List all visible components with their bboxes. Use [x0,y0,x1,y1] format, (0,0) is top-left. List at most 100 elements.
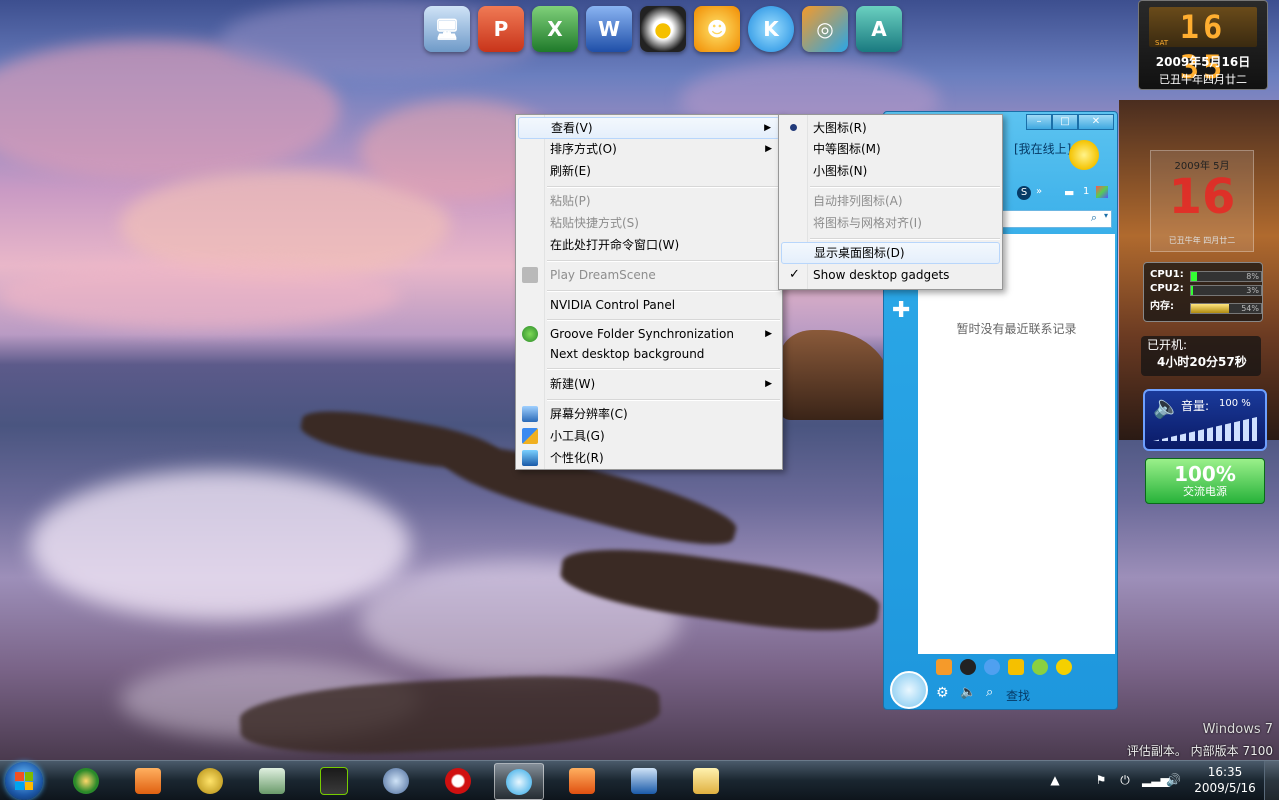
cpu-meter-gadget[interactable]: CPU1: 8% CPU2: 3% 内存: 54% [1143,262,1263,322]
volume-bars[interactable] [1153,417,1257,441]
skype-icon[interactable]: S [1017,186,1031,200]
memory-percent: 54% [1241,304,1259,313]
menu-item-refresh[interactable]: 刷新(E) [518,160,780,182]
message-icon[interactable]: ▬ [1064,186,1074,199]
menu-item-open-command-window[interactable]: 在此处打开命令窗口(W) [518,234,780,256]
menu-item-groove-sync[interactable]: Groove Folder Synchronization ▶ [518,323,780,345]
windows-version-watermark: Windows 7 [1202,722,1273,737]
qq-penguin-small-icon[interactable] [960,659,976,675]
menu-item-medium-icons[interactable]: 中等图标(M) [781,138,1000,160]
clock-gadget[interactable]: 16 35 SAT 2009年5月16日 已丑牛年四月廿二 [1138,0,1268,90]
taskbar-network[interactable] [372,763,420,798]
power-gadget[interactable]: 100% 交流电源 [1145,458,1265,504]
chevron-down-icon[interactable]: ▾ [1104,211,1108,220]
find-button[interactable]: 查找 [1006,687,1030,704]
start-button[interactable] [5,762,43,800]
add-plus-icon[interactable]: ✚ [892,298,910,323]
uptime-label: 已开机: [1147,338,1188,352]
qq-bottom-bar: ⚙ 🔈 ⌕ 查找 [886,655,1115,709]
taskbar-qq-active[interactable] [494,763,544,800]
search-icon[interactable]: ⌕ [1091,211,1097,225]
taskbar: ▲ ⚑ ⏻ ▂▃▅ 🔊 16:35 2009/5/16 [0,760,1279,800]
menu-item-show-desktop-gadgets[interactable]: ✓ Show desktop gadgets [781,264,1000,286]
contact-list-panel[interactable] [918,234,1115,654]
menu-item-small-icons[interactable]: 小图标(N) [781,160,1000,182]
minimize-button[interactable]: – [1026,114,1052,130]
qq-zone-icon[interactable] [984,659,1000,675]
submenu-arrow-icon: ▶ [765,329,772,339]
memory-bar: 54% [1190,303,1262,314]
menu-item-play-dreamscene[interactable]: Play DreamScene [518,264,780,286]
word-icon[interactable]: W [586,6,632,52]
download-icon [569,767,595,794]
taskbar-ie[interactable] [62,763,110,798]
volume-gadget[interactable]: 🔈 音量: 100 % [1143,389,1267,451]
radio-selected-icon [790,124,797,131]
taskbar-download[interactable] [558,763,606,798]
feedback-icon [631,767,657,794]
powerpoint-icon[interactable]: P [478,6,524,52]
menu-item-large-icons[interactable]: 大图标(R) [781,117,1000,139]
show-hidden-icons-icon[interactable]: ▲ [1048,773,1062,787]
menu-item-auto-arrange[interactable]: 自动排列图标(A) [781,190,1000,212]
media-player-icon [135,767,161,794]
calendar-gadget[interactable]: 2009年 5月 16 已丑牛年 四月廿二 [1150,150,1254,252]
excel-icon[interactable]: X [532,6,578,52]
power-source: 交流电源 [1183,485,1227,498]
flag-icon[interactable]: ⚑ [1094,773,1108,787]
phone-icon[interactable] [936,659,952,675]
gear-icon[interactable]: ⚙ [936,685,952,701]
phone-app-icon [259,767,285,794]
menu-item-screen-resolution[interactable]: 屏幕分辨率(C) [518,403,780,425]
clock-lunar-date: 已丑牛年四月廿二 [1159,73,1247,86]
sound-icon[interactable]: 🔈 [960,685,976,701]
more-arrow-icon[interactable]: » [1036,186,1042,197]
menu-item-view[interactable]: 查看(V) ▶ [518,117,780,139]
personalize-icon [522,450,538,466]
power-plug-icon[interactable]: ⏻ [1118,773,1132,787]
menu-item-sort-by[interactable]: 排序方式(O) ▶ [518,138,780,160]
taskbar-opera[interactable] [434,763,482,798]
taskbar-clock[interactable]: 16:35 2009/5/16 [1193,764,1257,796]
dreamscene-icon [522,267,538,283]
maximize-button[interactable]: □ [1052,114,1078,130]
qq-music-icon[interactable] [1032,659,1048,675]
qq-menu-avatar[interactable] [890,671,928,709]
qq-game-small-icon[interactable] [1056,659,1072,675]
search-input[interactable]: ⌕ ▾ [1001,210,1112,228]
qq-penguin-icon[interactable]: ● [640,6,686,52]
taskbar-phone-app[interactable] [248,763,296,798]
autocad-icon[interactable]: A [856,6,902,52]
menu-item-gadgets[interactable]: 小工具(G) [518,425,780,447]
taskbar-kugou[interactable] [186,763,234,798]
menu-item-nvidia-control-panel[interactable]: NVIDIA Control Panel [518,294,780,316]
signal-icon[interactable]: ▂▃▅ [1142,773,1170,787]
opera-icon [445,767,471,794]
computer-icon[interactable]: 🖥 [424,6,470,52]
menu-item-paste-shortcut[interactable]: 粘贴快捷方式(S) [518,212,780,234]
menu-item-personalize[interactable]: 个性化(R) [518,447,780,469]
cpu2-row: CPU2: 3% [1150,283,1262,296]
volume-icon[interactable]: 🔊 [1166,773,1181,787]
browser-swirl-icon[interactable]: ◎ [802,6,848,52]
windows-logo-icon [15,772,33,790]
app-box-icon[interactable] [1096,186,1108,198]
qq-game-icon[interactable]: ☻ [694,6,740,52]
taskbar-raysource[interactable] [310,763,358,798]
weather-sun-icon [1069,140,1099,170]
menu-item-show-desktop-icons[interactable]: 显示桌面图标(D) [781,242,1000,264]
taskbar-explorer[interactable] [682,763,730,798]
menu-item-paste[interactable]: 粘贴(P) [518,190,780,212]
menu-item-next-background[interactable]: Next desktop background [518,343,780,365]
find-icon[interactable]: ⌕ [986,685,1002,701]
show-desktop-button[interactable] [1264,761,1279,800]
menu-item-new[interactable]: 新建(W) ▶ [518,373,780,395]
qq-pet-icon[interactable] [1008,659,1024,675]
kugou-icon[interactable]: K [748,6,794,52]
uptime-gadget[interactable]: 已开机: 4小时20分57秒 [1141,336,1261,376]
taskbar-feedback[interactable] [620,763,668,798]
taskbar-media-player[interactable] [124,763,172,798]
close-button[interactable]: ✕ [1078,114,1114,130]
menu-item-align-to-grid[interactable]: 将图标与网格对齐(I) [781,212,1000,234]
online-status[interactable]: [我在线上] [1014,140,1071,157]
